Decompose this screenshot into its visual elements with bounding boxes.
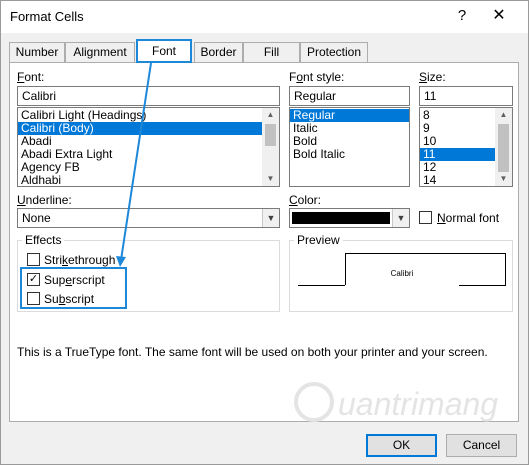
preview-baseline-right — [459, 285, 506, 286]
preview-sample-text: Calibri — [390, 269, 414, 278]
watermark-logo — [294, 382, 334, 422]
preview-title: Preview — [294, 233, 343, 247]
format-cells-dialog: Format Cells ? ✕ Number Alignment Font B… — [0, 0, 529, 465]
watermark-text: uantrimang — [338, 386, 499, 422]
preview-baseline-left — [298, 285, 345, 286]
preview-box: Calibri — [298, 253, 506, 301]
cancel-button[interactable]: Cancel — [446, 434, 517, 457]
tab-font[interactable]: Font — [136, 39, 192, 63]
ok-button[interactable]: OK — [366, 434, 437, 457]
truetype-info-text: This is a TrueType font. The same font w… — [17, 345, 488, 359]
